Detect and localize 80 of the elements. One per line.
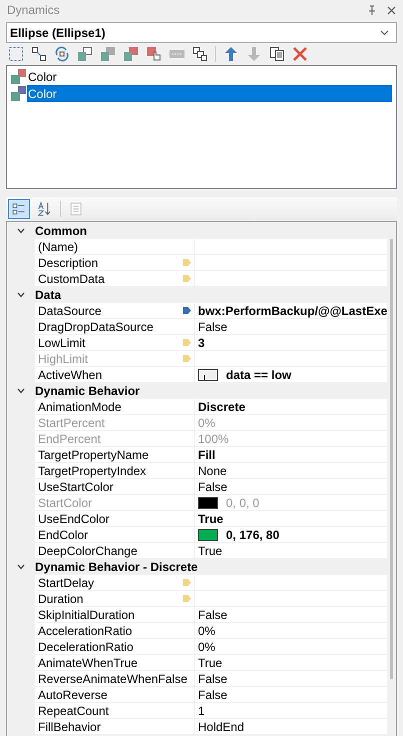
property-value: 0% — [198, 415, 216, 430]
property-value: False — [198, 479, 228, 494]
property-value: True — [198, 655, 222, 670]
chevron-icon[interactable] — [17, 388, 25, 394]
list-item[interactable]: Color — [27, 85, 392, 102]
category-label: Data — [35, 287, 62, 304]
property-value: False — [198, 687, 228, 702]
property-name: UseEndColor — [38, 510, 110, 528]
property-value: 0% — [198, 639, 216, 654]
category-label: Dynamic Behavior — [35, 383, 140, 400]
property-name: ActiveWhen — [38, 366, 102, 384]
property-name: DecelerationRatio — [38, 638, 134, 656]
chevron-icon[interactable] — [17, 292, 25, 298]
property-name: AutoReverse — [38, 686, 108, 704]
property-value: False — [198, 319, 228, 334]
property-name: CustomData — [38, 270, 105, 288]
categorized-view-icon[interactable] — [8, 199, 30, 219]
property-name: LowLimit — [38, 334, 86, 352]
property-name: FillBehavior — [38, 718, 101, 736]
property-name: SkipInitialDuration — [38, 606, 135, 624]
property-name: RepeatCount — [38, 702, 109, 720]
property-value: False — [198, 607, 228, 622]
tag-icon[interactable] — [183, 307, 191, 314]
property-value: Fill — [198, 447, 216, 462]
property-value: False — [198, 671, 228, 686]
property-name: StartPercent — [38, 414, 105, 432]
property-value: data == low — [226, 367, 292, 382]
layered-squares-icon — [11, 68, 27, 84]
property-value: 0, 0, 0 — [226, 495, 260, 510]
property-name: EndColor — [38, 526, 88, 544]
property-name: UseStartColor — [38, 478, 114, 496]
property-value: None — [198, 463, 227, 478]
property-name: StartDelay — [38, 574, 94, 592]
copy-icon[interactable] — [269, 46, 285, 62]
property-value: 0% — [198, 623, 216, 638]
property-value: True — [198, 511, 224, 526]
chevron-icon[interactable] — [17, 564, 25, 570]
stacked-squares-icon[interactable] — [192, 46, 208, 62]
property-value: Discrete — [198, 399, 246, 414]
layered-squares-icon[interactable] — [123, 46, 139, 62]
property-value: True — [198, 543, 222, 558]
condition-button[interactable] — [198, 368, 218, 380]
property-name: DragDropDataSource — [38, 318, 154, 336]
property-value: bwx:PerformBackup/@@LastExe — [198, 303, 388, 318]
up-arrow-icon[interactable] — [223, 46, 239, 62]
property-value: 1 — [198, 703, 205, 718]
pin-icon[interactable] — [367, 5, 377, 15]
close-icon[interactable] — [387, 6, 396, 14]
property-name: HighLimit — [38, 350, 88, 368]
property-value: 100% — [198, 431, 229, 446]
layered-squares-icon — [11, 86, 27, 102]
cycle-arrows-icon[interactable] — [54, 46, 70, 62]
property-name: AnimateWhenTrue — [38, 654, 138, 672]
property-value: 0, 176, 80 — [226, 527, 280, 542]
linked-squares-icon[interactable] — [31, 46, 47, 62]
property-name: DeepColorChange — [38, 542, 138, 560]
property-name: AccelerationRatio — [38, 622, 132, 640]
chevron-icon[interactable] — [17, 228, 25, 234]
property-name: DataSource — [38, 302, 102, 320]
dashed-square-icon[interactable] — [8, 46, 24, 62]
property-name: Description — [38, 254, 98, 272]
category-label: Dynamic Behavior - Discrete — [35, 559, 198, 576]
layered-squares-icon[interactable] — [77, 46, 93, 62]
property-name: ReverseAnimateWhenFalse — [38, 670, 188, 688]
property-value: 3 — [198, 335, 205, 350]
property-value: HoldEnd — [198, 719, 244, 734]
property-name: EndPercent — [38, 430, 101, 448]
category-label: Common — [35, 223, 87, 240]
property-name: AnimationMode — [38, 398, 122, 416]
property-name: Duration — [38, 590, 84, 608]
property-name: (Name) — [38, 238, 78, 256]
property-name: TargetPropertyIndex — [38, 462, 146, 480]
delete-icon[interactable] — [292, 46, 308, 62]
property-name: StartColor — [38, 494, 92, 512]
chevron-icon[interactable] — [380, 30, 389, 36]
panel-title: Dynamics — [7, 2, 60, 19]
property-name: TargetPropertyName — [38, 446, 149, 464]
hand-pointer-icon[interactable] — [146, 46, 162, 62]
object-name: Ellipse (Ellipse1) — [10, 24, 106, 42]
object-dropdown[interactable]: Ellipse (Ellipse1) — [6, 22, 397, 43]
